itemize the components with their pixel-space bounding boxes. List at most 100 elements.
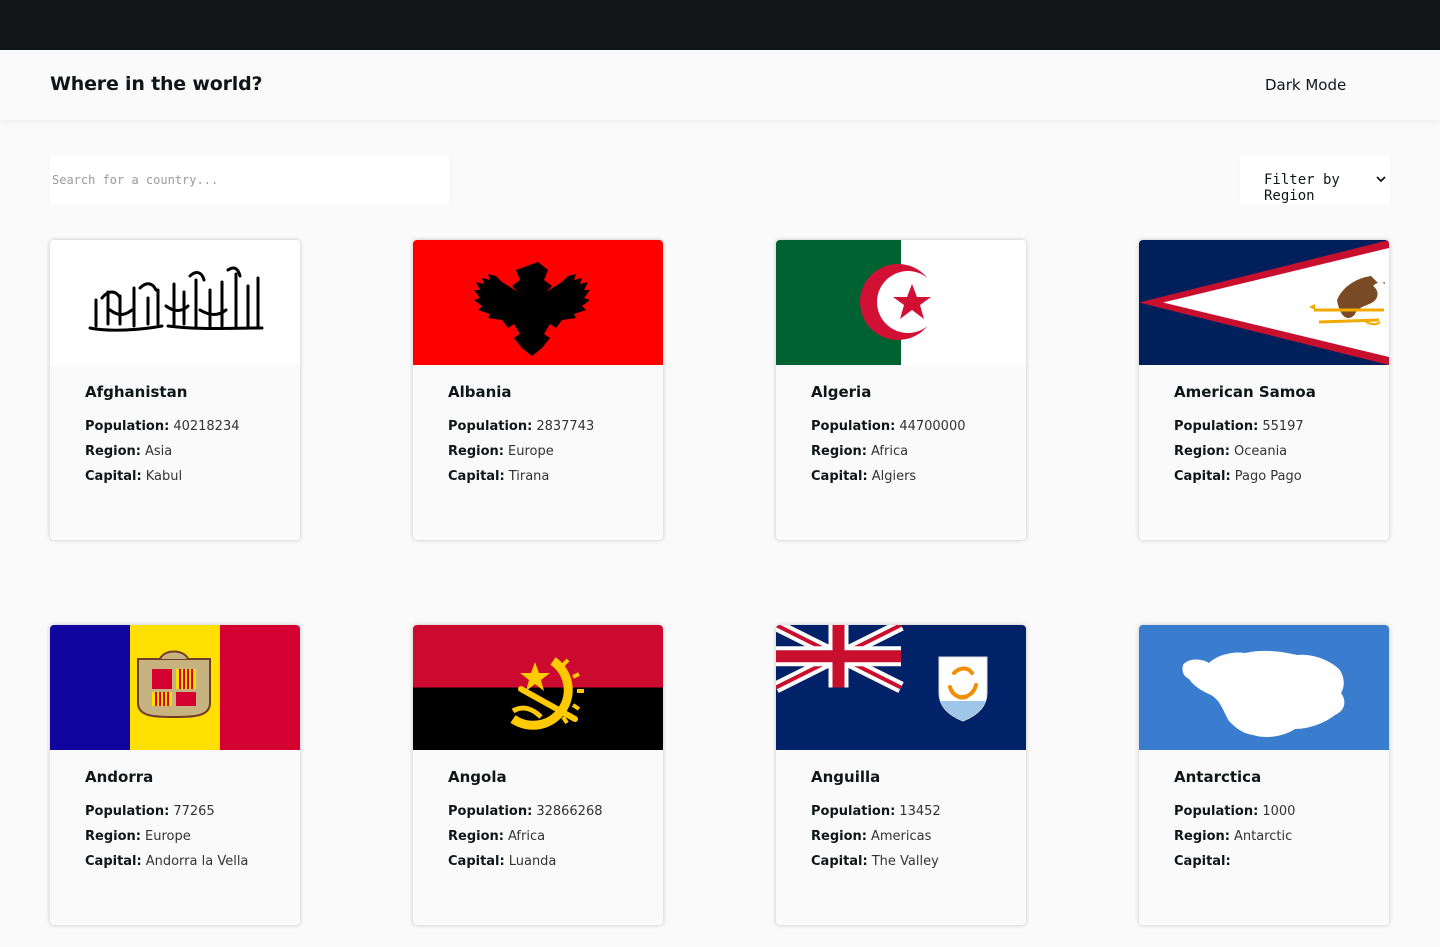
region-label: Region: <box>448 829 504 844</box>
top-bar <box>0 0 1440 50</box>
afghanistan-flag <box>50 240 300 365</box>
population-label: Population: <box>1174 804 1259 819</box>
population-label: Population: <box>448 804 533 819</box>
population-value: 40218234 <box>173 419 240 434</box>
population-value: 13452 <box>899 804 941 819</box>
capital-value: Luanda <box>508 854 557 869</box>
capital-label: Capital: <box>1174 854 1231 869</box>
search-box <box>50 155 450 205</box>
capital-row: Capital: Tirana <box>448 469 549 484</box>
country-card[interactable]: Albania Population: 2837743 Region: Europe… <box>413 240 663 540</box>
capital-label: Capital: <box>85 854 142 869</box>
region-value: Asia <box>144 444 173 459</box>
country-card[interactable]: Anguilla Population: 13452 Region: America… <box>776 625 1026 925</box>
capital-value: The Valley <box>871 854 939 869</box>
region-value: Americas <box>870 829 932 844</box>
capital-value: Andorra la Vella <box>145 854 249 869</box>
region-row: Region: Antarctic <box>1174 829 1292 844</box>
region-filter-select[interactable]: Filter by Region <box>1240 155 1390 205</box>
population-label: Population: <box>85 804 170 819</box>
country-name: Andorra <box>85 768 154 786</box>
filter-label: Filter by Region <box>1264 172 1340 204</box>
region-value: Europe <box>507 444 554 459</box>
country-name: Albania <box>448 383 512 401</box>
region-label: Region: <box>1174 444 1230 459</box>
country-name: American Samoa <box>1174 383 1316 401</box>
capital-value: Algiers <box>871 469 917 484</box>
country-name: Afghanistan <box>85 383 188 401</box>
angola-flag <box>413 625 663 750</box>
population-row: Population: 1000 <box>1174 804 1295 819</box>
andorra-flag <box>50 625 300 750</box>
population-value: 32866268 <box>536 804 603 819</box>
page-title: Where in the world? <box>50 73 263 95</box>
region-label: Region: <box>1174 829 1230 844</box>
country-card[interactable]: Afghanistan Population: 40218234 Region: A… <box>50 240 300 540</box>
country-name: Anguilla <box>811 768 881 786</box>
algeria-flag <box>776 240 1026 365</box>
population-row: Population: 77265 <box>85 804 215 819</box>
region-value: Antarctic <box>1233 829 1293 844</box>
capital-label: Capital: <box>811 469 868 484</box>
region-row: Region: Africa <box>448 829 545 844</box>
population-row: Population: 55197 <box>1174 419 1304 434</box>
country-card[interactable]: Algeria Population: 44700000 Region: Afric… <box>776 240 1026 540</box>
region-row: Region: Oceania <box>1174 444 1287 459</box>
region-row: Region: Europe <box>85 829 191 844</box>
capital-value: Tirana <box>508 469 550 484</box>
population-label: Population: <box>811 419 896 434</box>
population-row: Population: 2837743 <box>448 419 594 434</box>
capital-label: Capital: <box>1174 469 1231 484</box>
capital-value: Pago Pago <box>1234 469 1302 484</box>
capital-label: Capital: <box>811 854 868 869</box>
albania-flag <box>413 240 663 365</box>
population-value: 77265 <box>173 804 215 819</box>
population-value: 1000 <box>1262 804 1296 819</box>
region-row: Region: Americas <box>811 829 931 844</box>
region-row: Region: Africa <box>811 444 908 459</box>
population-label: Population: <box>1174 419 1259 434</box>
region-label: Region: <box>85 829 141 844</box>
capital-row: Capital: Pago Pago <box>1174 469 1302 484</box>
population-label: Population: <box>811 804 896 819</box>
population-row: Population: 13452 <box>811 804 941 819</box>
population-value: 2837743 <box>536 419 595 434</box>
country-card[interactable]: Angola Population: 32866268 Region: Africa… <box>413 625 663 925</box>
capital-label: Capital: <box>85 469 142 484</box>
region-label: Region: <box>85 444 141 459</box>
country-name: Angola <box>448 768 507 786</box>
population-row: Population: 44700000 <box>811 419 965 434</box>
region-value: Africa <box>870 444 909 459</box>
region-label: Region: <box>811 444 867 459</box>
region-label: Region: <box>448 444 504 459</box>
dark-mode-toggle[interactable]: Dark Mode <box>1265 76 1346 94</box>
country-name: Algeria <box>811 383 872 401</box>
search-input[interactable] <box>50 155 446 205</box>
population-value: 55197 <box>1262 419 1304 434</box>
population-value: 44700000 <box>899 419 966 434</box>
capital-label: Capital: <box>448 854 505 869</box>
country-card[interactable]: Antarctica Population: 1000 Region: Antarc… <box>1139 625 1389 925</box>
region-value: Africa <box>507 829 546 844</box>
country-card[interactable]: Andorra Population: 77265 Region: Europe C… <box>50 625 300 925</box>
capital-value: Kabul <box>145 469 183 484</box>
region-row: Region: Asia <box>85 444 172 459</box>
american-samoa-flag <box>1139 240 1389 365</box>
population-label: Population: <box>85 419 170 434</box>
population-label: Population: <box>448 419 533 434</box>
region-value: Europe <box>144 829 191 844</box>
country-card[interactable]: American Samoa Population: 55197 Region: O… <box>1139 240 1389 540</box>
capital-label: Capital: <box>448 469 505 484</box>
region-row: Region: Europe <box>448 444 554 459</box>
chevron-down-icon <box>1376 176 1386 183</box>
capital-row: Capital: The Valley <box>811 854 939 869</box>
app-header: Where in the world? Dark Mode <box>0 50 1440 120</box>
anguilla-flag <box>776 625 1026 750</box>
capital-row: Capital: Kabul <box>85 469 182 484</box>
population-row: Population: 32866268 <box>448 804 602 819</box>
capital-row: Capital: Luanda <box>448 854 556 869</box>
region-value: Oceania <box>1233 444 1288 459</box>
capital-row: Capital: <box>1174 854 1235 869</box>
capital-row: Capital: Algiers <box>811 469 916 484</box>
antarctica-flag <box>1139 625 1389 750</box>
